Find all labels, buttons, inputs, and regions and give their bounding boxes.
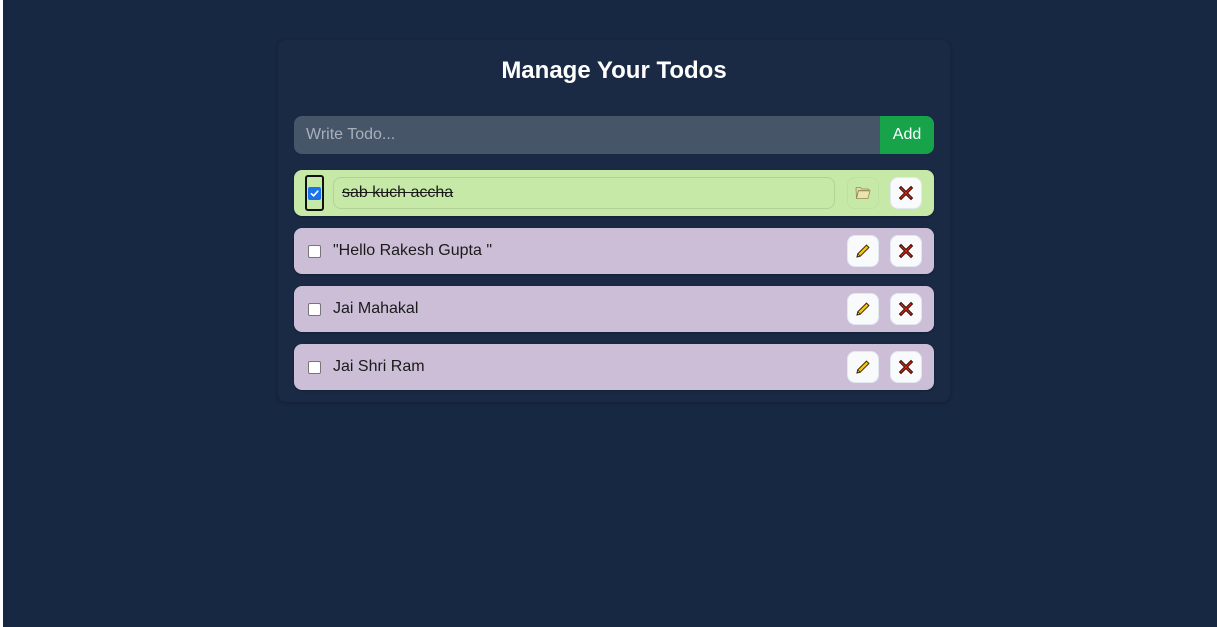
todo-text[interactable]: sab kuch accha — [333, 177, 835, 209]
delete-button[interactable] — [890, 293, 922, 325]
todo-checkbox-wrap — [305, 234, 323, 268]
folder-icon — [855, 187, 871, 199]
todo-item: Jai Shri Ram — [294, 344, 934, 390]
pencil-icon — [856, 244, 870, 258]
todo-checkbox[interactable] — [307, 360, 321, 374]
todo-text[interactable]: Jai Mahakal — [332, 293, 835, 325]
page-title: Manage Your Todos — [501, 57, 727, 84]
todo-item: Jai Mahakal — [294, 286, 934, 332]
edit-button[interactable] — [847, 235, 879, 267]
add-todo-form: Add — [294, 116, 934, 154]
todo-checkbox-focus-ring — [305, 175, 324, 211]
save-button[interactable] — [847, 177, 879, 209]
pencil-icon — [856, 302, 870, 316]
todo-checkbox[interactable] — [307, 244, 321, 258]
checkmark-icon — [310, 189, 319, 197]
todo-checkbox-wrap — [305, 350, 323, 384]
todo-item: sab kuch accha — [294, 170, 934, 216]
todo-card: Manage Your Todos Add sab kuch accha — [278, 40, 950, 402]
app-background: Manage Your Todos Add sab kuch accha — [3, 0, 1217, 627]
todo-checkbox[interactable] — [308, 186, 321, 200]
delete-button[interactable] — [890, 235, 922, 267]
pencil-icon — [856, 360, 870, 374]
todo-input[interactable] — [294, 116, 880, 154]
todo-checkbox[interactable] — [307, 302, 321, 316]
close-x-icon — [898, 185, 914, 201]
close-x-icon — [898, 359, 914, 375]
todo-text[interactable]: "Hello Rakesh Gupta " — [332, 235, 835, 267]
close-x-icon — [898, 301, 914, 317]
todo-item: "Hello Rakesh Gupta " — [294, 228, 934, 274]
todo-text[interactable]: Jai Shri Ram — [332, 351, 835, 383]
edit-button[interactable] — [847, 293, 879, 325]
todo-list: sab kuch accha "Hello Rakesh Gupta " Jai… — [294, 170, 934, 402]
close-x-icon — [898, 243, 914, 259]
delete-button[interactable] — [890, 351, 922, 383]
add-button[interactable]: Add — [880, 116, 934, 154]
edit-button[interactable] — [847, 351, 879, 383]
todo-checkbox-wrap — [305, 292, 323, 326]
delete-button[interactable] — [890, 177, 922, 209]
